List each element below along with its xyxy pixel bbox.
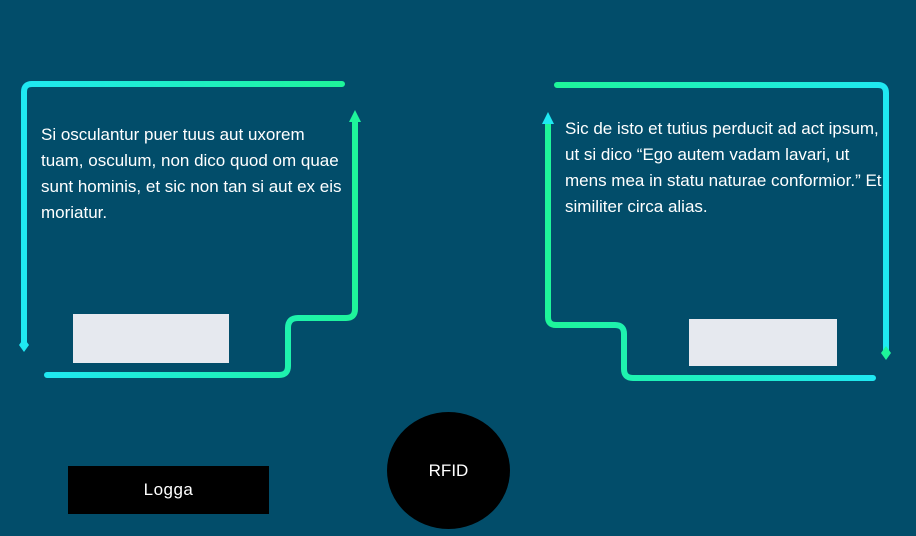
left-quote-text: Si osculantur puer tuus aut uxorem tuam,…: [41, 125, 342, 222]
left-frame-end-arrow: [349, 110, 361, 122]
right-frame-end-arrow: [542, 112, 554, 124]
right-placeholder-box: [689, 319, 837, 366]
login-button[interactable]: Logga: [68, 466, 269, 514]
right-quote-text: Sic de isto et tutius perducit ad act ip…: [565, 119, 882, 216]
left-placeholder-box: [73, 314, 229, 363]
rfid-button[interactable]: RFID: [387, 412, 510, 529]
left-frame-end-diamond: [19, 338, 29, 352]
right-frame-end-diamond: [881, 346, 891, 360]
